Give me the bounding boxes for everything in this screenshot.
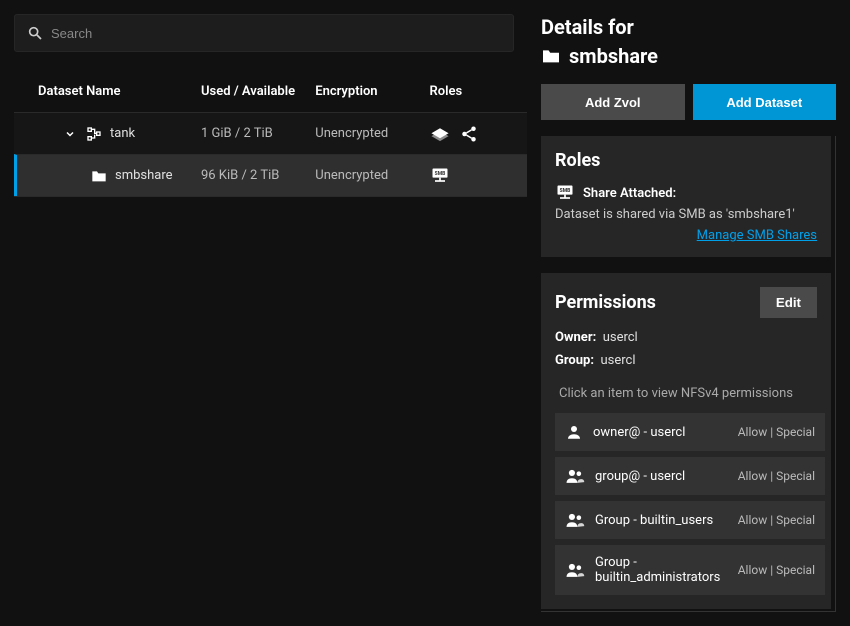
people-icon [565, 467, 585, 485]
permissions-title: Permissions [555, 292, 656, 313]
col-header-roles: Roles [430, 84, 519, 99]
details-dataset: smbshare [541, 44, 836, 68]
owner-label: Owner: [555, 330, 596, 345]
dataset-row-smbshare[interactable]: smbshare 96 KiB / 2 TiB Unencrypted SMB [14, 154, 527, 196]
folder-icon [91, 169, 107, 183]
share-attached-label: Share Attached: [583, 186, 676, 201]
manage-smb-link[interactable]: Manage SMB Shares [555, 228, 817, 243]
details-pane: Details for smbshare Add Zvol Add Datase… [535, 0, 850, 626]
details-title: Details for [541, 14, 836, 40]
permissions-hint: Click an item to view NFSv4 permissions [555, 376, 817, 413]
col-header-used: Used / Available [201, 84, 315, 99]
perm-name: Group - builtin_users [595, 513, 713, 528]
search-box[interactable] [14, 14, 514, 52]
roles-card: Roles SMB Share Attached: Dataset is sha… [541, 136, 831, 257]
details-scroll[interactable]: Roles SMB Share Attached: Dataset is sha… [541, 136, 836, 612]
smb-badge-icon: SMB [555, 183, 575, 203]
perm-name: group@ - usercl [595, 469, 685, 484]
owner-value: usercl [603, 330, 638, 345]
perm-row-builtin-admins[interactable]: Group - builtin_administrators Allow | S… [555, 545, 825, 595]
search-icon [27, 25, 43, 41]
add-dataset-button[interactable]: Add Dataset [693, 84, 837, 120]
used-smbshare: 96 KiB / 2 TiB [201, 168, 315, 183]
perm-mode: Allow | Special [738, 563, 815, 577]
perm-name: owner@ - usercl [593, 425, 685, 440]
edit-permissions-button[interactable]: Edit [760, 287, 817, 318]
table-header: Dataset Name Used / Available Encryption… [14, 70, 527, 112]
search-input[interactable] [51, 26, 501, 41]
group-label: Group: [555, 353, 594, 368]
folder-icon [541, 48, 561, 64]
share-desc: Dataset is shared via SMB as 'smbshare1' [555, 207, 817, 222]
used-tank: 1 GiB / 2 TiB [201, 126, 315, 141]
enc-tank: Unencrypted [315, 126, 429, 141]
perm-name: Group - builtin_administrators [595, 555, 738, 585]
dataset-name-smbshare: smbshare [115, 168, 173, 183]
add-zvol-button[interactable]: Add Zvol [541, 84, 685, 120]
person-icon [565, 423, 583, 441]
people-icon [565, 561, 585, 579]
chevron-down-icon[interactable] [62, 128, 78, 140]
share-icon [460, 125, 478, 143]
col-header-name: Dataset Name [22, 84, 201, 99]
smb-share-icon: SMB [430, 166, 450, 186]
roles-title: Roles [555, 150, 817, 171]
perm-row-group[interactable]: group@ - usercl Allow | Special [555, 457, 825, 495]
dataset-name-tank: tank [110, 126, 135, 141]
enc-smbshare: Unencrypted [315, 168, 429, 183]
perm-row-builtin-users[interactable]: Group - builtin_users Allow | Special [555, 501, 825, 539]
perm-mode: Allow | Special [738, 513, 815, 527]
dataset-row-tank[interactable]: tank 1 GiB / 2 TiB Unencrypted [14, 112, 527, 154]
system-dataset-icon [430, 126, 450, 142]
pool-tree-icon [86, 126, 102, 142]
svg-text:SMB: SMB [560, 188, 571, 194]
people-icon [565, 511, 585, 529]
datasets-pane: Dataset Name Used / Available Encryption… [0, 0, 535, 626]
col-header-encryption: Encryption [315, 84, 429, 99]
details-dataset-name: smbshare [569, 44, 658, 68]
perm-row-owner[interactable]: owner@ - usercl Allow | Special [555, 413, 825, 451]
permissions-card: Permissions Edit Owner: usercl Group: us… [541, 273, 831, 609]
svg-text:SMB: SMB [434, 171, 445, 177]
perm-mode: Allow | Special [738, 469, 815, 483]
table-bottom-border [14, 196, 527, 197]
perm-mode: Allow | Special [738, 425, 815, 439]
group-value: usercl [600, 353, 635, 368]
